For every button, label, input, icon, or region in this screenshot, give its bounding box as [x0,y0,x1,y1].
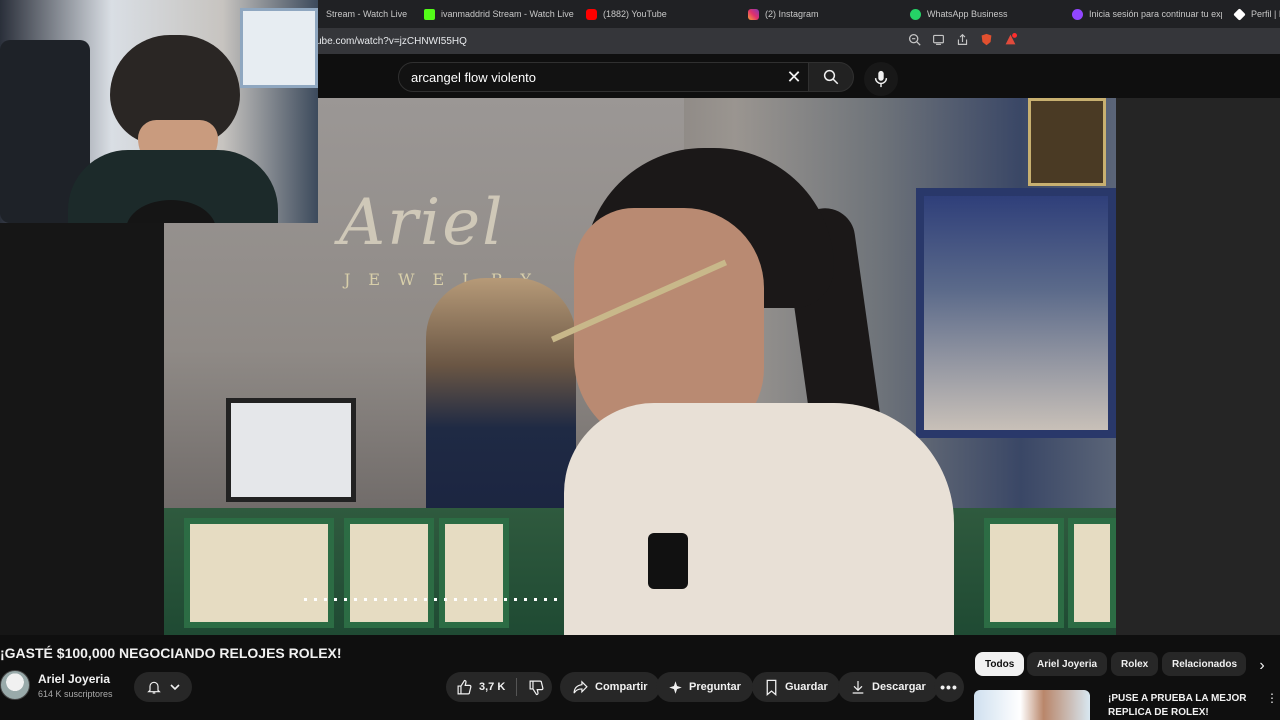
video-title: ¡GASTÉ $100,000 NEGOCIANDO RELOJES ROLEX… [0,645,342,661]
chip-rolex[interactable]: Rolex [1111,652,1159,676]
download-button[interactable]: Descargar [838,672,938,702]
recommendation-thumbnail[interactable] [974,690,1090,720]
browser-tab-twitch-login[interactable]: Inicia sesión para continuar tu exp [1062,0,1222,28]
bookmark-icon [766,679,777,696]
presenter [550,148,954,635]
share-label: Compartir [595,681,648,693]
cast-icon[interactable] [931,33,946,48]
channel-avatar[interactable] [0,670,30,700]
chip-label: Relacionados [1172,658,1238,670]
voice-search-button[interactable] [864,62,898,96]
save-button[interactable]: Guardar [752,672,840,702]
save-label: Guardar [785,681,828,693]
twitch-icon [1072,8,1083,20]
watch-box [439,518,509,628]
chip-relacionados[interactable]: Relacionados [1162,652,1246,676]
share-arrow-icon [573,679,588,693]
watch-box [984,518,1064,628]
whatsapp-icon [910,8,921,20]
tab-label: WhatsApp Business [927,9,1008,19]
zoom-icon[interactable] [907,33,922,48]
chip-label: Todos [985,658,1015,670]
search-input[interactable]: arcangel flow violento [398,62,812,92]
browser-tab-ivanmaddrid[interactable]: ivanmaddrid Stream - Watch Live [414,0,574,28]
chip-label: Ariel Joyeria [1037,658,1098,670]
share-button[interactable]: Compartir [560,672,660,702]
browser-tab-kick-stream[interactable]: Stream - Watch Live [316,0,411,28]
watch-box [344,518,434,628]
tab-label: ivanmaddrid Stream - Watch Live [441,9,574,19]
thumbs-up-icon [457,679,472,694]
notifications-button[interactable] [134,672,192,702]
ask-label: Preguntar [689,681,741,693]
channel-name[interactable]: Ariel Joyeria [38,672,110,686]
chip-todos[interactable]: Todos [975,652,1025,676]
search-query-text: arcangel flow violento [411,69,537,85]
search-icon [823,69,839,85]
like-dislike-group: 3,7 K [446,672,552,702]
ask-button[interactable]: Preguntar [656,672,753,702]
tab-label: Stream - Watch Live [326,9,408,19]
close-icon[interactable]: ✕ [784,67,804,87]
dislike-button[interactable] [520,672,552,702]
instagram-icon [748,8,759,20]
wall-plaque [1028,98,1106,186]
kick-icon [424,8,435,20]
brave-shield-icon[interactable] [979,33,994,48]
watch-box [1068,518,1116,628]
more-vertical-icon[interactable]: ⋮ [1266,691,1278,705]
store-logo-sign: Ariel [339,186,505,260]
subscriber-count: 614 K suscriptores [38,689,113,699]
share-icon[interactable] [955,33,970,48]
chip-label: Rolex [1121,658,1149,670]
diamond-icon [1233,7,1246,21]
lapel-mic [648,533,688,589]
like-count: 3,7 K [479,681,506,693]
chevron-down-icon [169,684,180,691]
browser-tab-youtube[interactable]: (1882) YouTube [576,0,736,28]
tab-label: Inicia sesión para continuar tu exp [1089,9,1222,19]
brave-rewards-icon[interactable] [1003,33,1018,48]
browser-tab-whatsapp[interactable]: WhatsApp Business [900,0,1060,28]
bell-icon [146,681,161,694]
search-button[interactable] [808,62,854,92]
recommendation-title[interactable]: ¡PUSE A PRUEBA LA MEJOR REPLICA DE ROLEX… [1108,692,1258,720]
browser-tab-instagram[interactable]: (2) Instagram [738,0,898,28]
like-button[interactable]: 3,7 K [446,672,514,702]
download-label: Descargar [872,681,926,693]
shop-monitor [226,398,356,502]
tab-label: (1882) YouTube [603,9,667,19]
tab-label: (2) Instagram [765,9,819,19]
thumbs-down-icon [529,680,543,695]
streamer-webcam [0,0,318,223]
youtube-icon [586,8,597,20]
download-icon [852,681,864,694]
chevron-right-icon[interactable]: › [1252,656,1272,676]
watch-box [184,518,334,628]
more-actions-button[interactable]: ••• [934,672,964,702]
more-horizontal-icon: ••• [940,679,958,695]
tab-label: Perfil | E [1251,9,1280,19]
microphone-icon [874,70,888,88]
sparkle-icon [669,680,682,694]
background-person [426,278,576,528]
chip-ariel-joyeria[interactable]: Ariel Joyeria [1027,652,1108,676]
url-field[interactable]: ube.com/watch?v=jzCHNWI55HQ [316,36,467,47]
browser-tab-perfil[interactable]: Perfil | E [1224,0,1280,28]
